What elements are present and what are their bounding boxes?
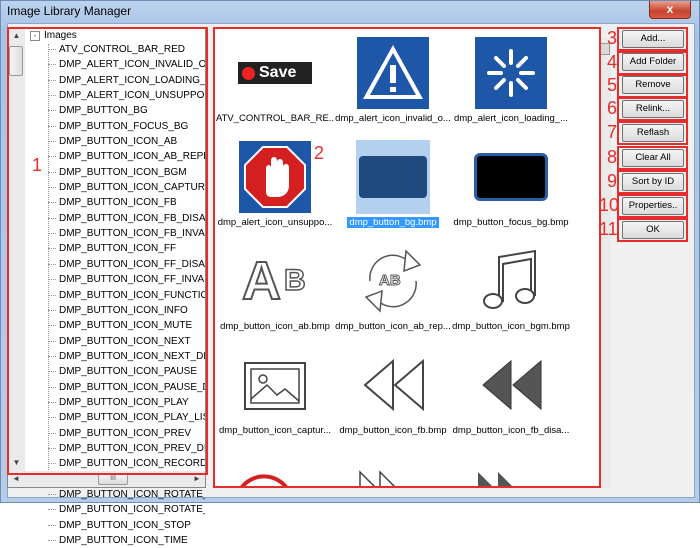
annotation-box-3	[617, 27, 688, 51]
window-title: Image Library Manager	[7, 4, 132, 18]
annotation-number-6: 6	[607, 98, 618, 118]
annotation-box-7	[617, 121, 688, 145]
annotation-box-4	[617, 51, 688, 75]
annotation-box-11	[617, 218, 688, 242]
tree-item[interactable]: DMP_BUTTON_ICON_STOP	[48, 518, 205, 533]
annotation-number-2: 2	[314, 143, 325, 163]
annotation-box-1	[7, 27, 208, 475]
annotation-number-10: 10	[599, 195, 620, 215]
tree-item[interactable]: DMP_BUTTON_ICON_ROTATE_CLOCI	[48, 502, 205, 517]
annotation-number-11: 11	[599, 219, 618, 239]
tree-item[interactable]: DMP_BUTTON_ICON_ROTATE_ANTIC	[48, 487, 205, 502]
close-button[interactable]: x	[649, 1, 691, 19]
annotation-box-5	[617, 74, 688, 98]
title-bar: Image Library Manager x	[1, 1, 699, 23]
tree-item[interactable]: DMP_BUTTON_ICON_TIME	[48, 533, 205, 548]
annotation-number-8: 8	[607, 147, 618, 167]
annotation-number-7: 7	[607, 122, 618, 142]
annotation-box-10	[617, 194, 688, 218]
annotation-number-1: 1	[32, 155, 43, 175]
annotation-box-9	[617, 170, 688, 194]
annotation-number-3: 3	[607, 28, 618, 48]
annotation-box-2	[213, 27, 601, 488]
annotation-number-5: 5	[607, 75, 618, 95]
annotation-number-9: 9	[607, 171, 618, 191]
annotation-box-6	[617, 97, 688, 121]
annotation-number-4: 4	[607, 52, 618, 72]
annotation-box-8	[617, 146, 688, 170]
